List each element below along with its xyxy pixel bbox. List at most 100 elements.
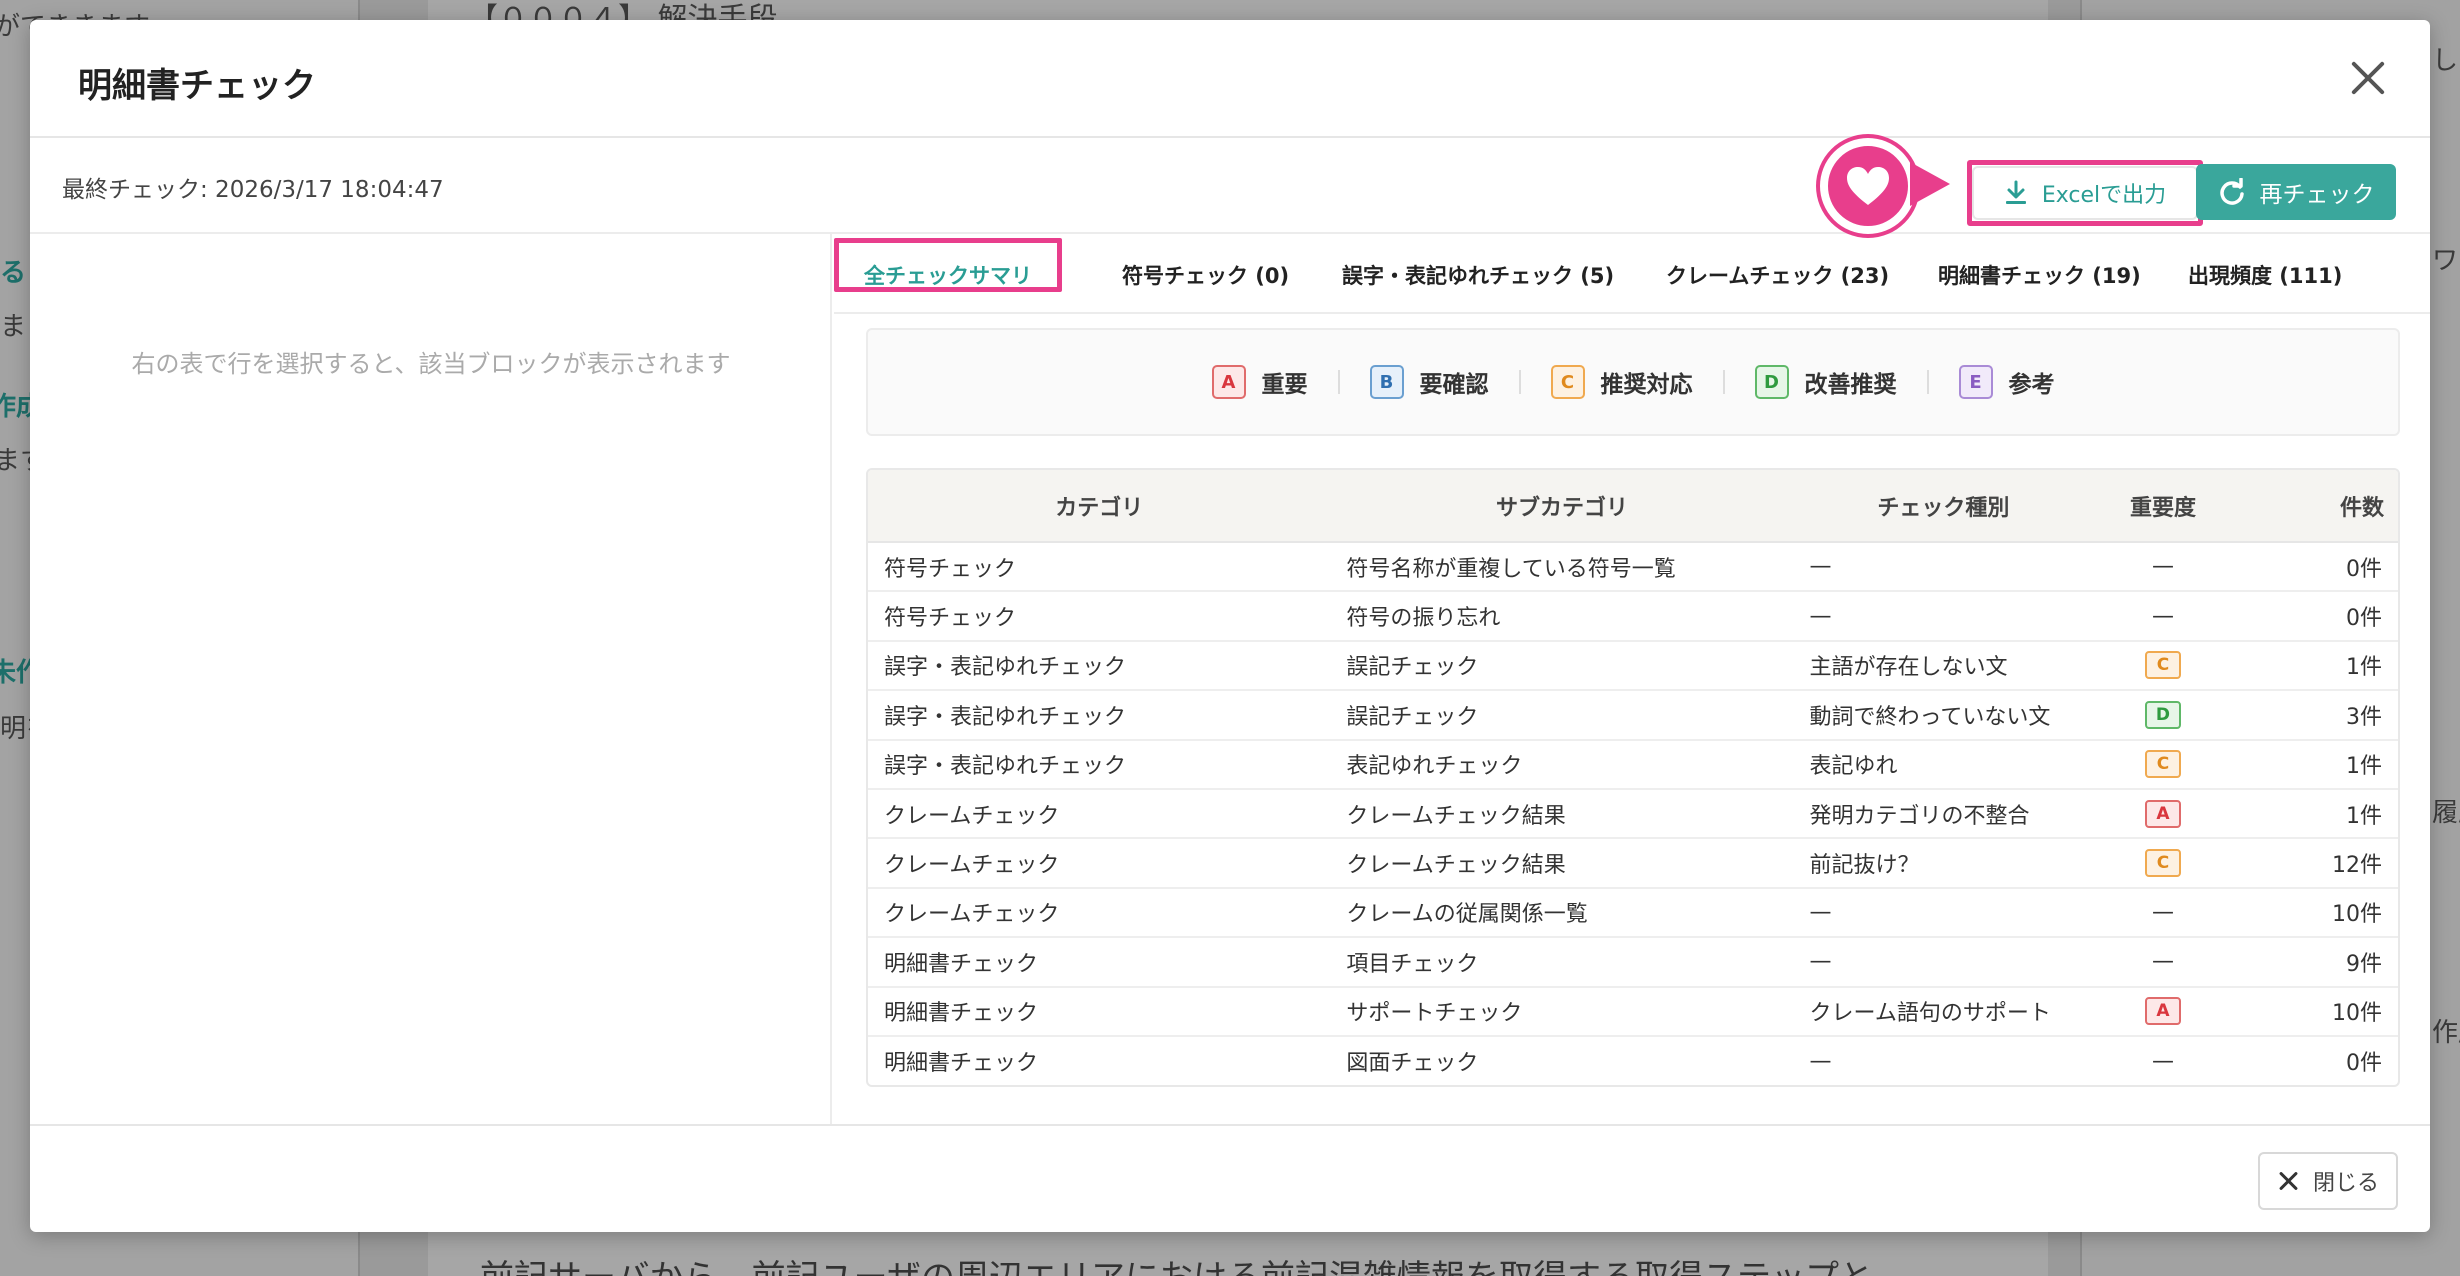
background-snippet: る	[0, 258, 27, 288]
cell-category: 誤字・表記ゆれチェック	[868, 690, 1331, 741]
column-header-category: カテゴリ	[868, 470, 1331, 543]
cell-check-type: クレーム語句のサポート	[1793, 986, 2094, 1037]
cell-category: クレームチェック	[868, 838, 1331, 889]
legend-divider	[1926, 370, 1929, 394]
importance-badge: B	[1369, 365, 1404, 399]
cell-category: 明細書チェック	[868, 937, 1331, 988]
block-preview-panel: 右の表で行を選択すると、該当ブロックが表示されます	[30, 234, 832, 1124]
cell-check-type: —	[1793, 542, 2094, 593]
legend-item: E 参考	[1958, 365, 2055, 399]
tab-typo-check[interactable]: 誤字・表記ゆれチェック (5)	[1342, 260, 1614, 290]
table-row[interactable]: クレームチェック クレームチェック結果 発明カテゴリの不整合 A 1件	[868, 788, 2398, 840]
importance-badge: D	[2144, 700, 2181, 729]
cell-importance: C	[2093, 640, 2233, 692]
cell-subcategory: クレームの従属関係一覧	[1330, 887, 1794, 939]
cell-subcategory: クレームチェック結果	[1330, 788, 1794, 840]
tab-claim-check[interactable]: クレームチェック (23)	[1666, 260, 1889, 290]
background-snippet: 履歴	[2432, 798, 2460, 828]
legend-divider	[1337, 370, 1340, 394]
cell-importance: D	[2093, 690, 2233, 741]
cell-category: クレームチェック	[868, 887, 1331, 939]
background-snippet: しま	[2432, 46, 2460, 76]
cell-category: 誤字・表記ゆれチェック	[868, 739, 1331, 790]
table-row[interactable]: クレームチェック クレームの従属関係一覧 — —10件	[868, 887, 2398, 939]
recheck-button[interactable]: 再チェック	[2196, 164, 2396, 220]
legend-label: 要確認	[1419, 372, 1489, 398]
cell-check-type: 発明カテゴリの不整合	[1793, 788, 2094, 840]
cell-importance: —	[2093, 542, 2233, 593]
table-row[interactable]: 符号チェック 符号名称が重複している符号一覧 — —0件	[868, 542, 2398, 593]
importance-badge: C	[2144, 750, 2181, 779]
table-row[interactable]: 明細書チェック 図面チェック — — 0件	[868, 1036, 2398, 1085]
cell-importance: C	[2093, 838, 2233, 889]
excel-export-button[interactable]: Excelで出力	[1972, 166, 2198, 220]
close-icon[interactable]	[2346, 56, 2390, 100]
cell-count: 10件	[2232, 887, 2398, 939]
heart-marker-pointer	[1910, 162, 1950, 206]
importance-badge: D	[1754, 365, 1789, 399]
cell-subcategory: 表記ゆれチェック	[1330, 739, 1794, 790]
legend-item: D 改善推奨	[1754, 365, 1897, 399]
tab-specification-check[interactable]: 明細書チェック (19)	[1938, 260, 2141, 290]
column-header-subcategory: サブカテゴリ	[1330, 470, 1794, 543]
importance-badge: A	[2144, 997, 2181, 1026]
table-row[interactable]: 符号チェック 符号の振り忘れ — —0件	[868, 591, 2398, 642]
modal-toolbar: 最終チェック: 2026/3/17 18:04:47 Excelで出力 再チェッ…	[30, 138, 2430, 234]
table-row[interactable]: 誤字・表記ゆれチェック 表記ゆれチェック 表記ゆれ C 1件	[868, 739, 2398, 790]
table-row[interactable]: 明細書チェック 項目チェック — —9件	[868, 937, 2398, 988]
cell-category: 符号チェック	[868, 591, 1331, 642]
cell-check-type: 表記ゆれ	[1793, 739, 2094, 790]
column-header-importance: 重要度	[2093, 470, 2233, 543]
cell-count: 1件	[2232, 640, 2398, 692]
importance-legend: A 重要 B 要確認 C 推奨対応 D 改善推奨 E 参考	[866, 328, 2400, 436]
importance-badge: C	[1550, 365, 1585, 399]
cell-subcategory: クレームチェック結果	[1330, 838, 1794, 889]
tab-all-summary[interactable]: 全チェックサマリ	[864, 260, 1032, 290]
close-button-label: 閉じる	[2312, 1171, 2379, 1196]
legend-item: C 推奨対応	[1550, 365, 1693, 399]
importance-badge: E	[1958, 365, 1993, 399]
cell-category: 明細書チェック	[868, 986, 1331, 1037]
cell-importance: —	[2151, 1048, 2174, 1074]
cell-subcategory: 誤記チェック	[1330, 690, 1794, 741]
heart-marker	[1820, 138, 1916, 234]
cell-count: 10件	[2232, 986, 2398, 1037]
cell-subcategory: サポートチェック	[1330, 986, 1794, 1037]
table-row[interactable]: 誤字・表記ゆれチェック 誤記チェック 主語が存在しない文 C 1件	[868, 640, 2398, 692]
cell-subcategory: 図面チェック	[1346, 1051, 1479, 1077]
cell-importance: —	[2093, 591, 2233, 642]
column-header-count: 件数	[2232, 470, 2398, 543]
background-doc-text: 前記サーバから、前記ユーザの周辺エリアにおける前記混雑情報を取得する取得ステップ…	[480, 1250, 1873, 1276]
cell-count: 9件	[2232, 937, 2398, 988]
importance-badge: A	[1211, 365, 1246, 399]
cell-category: クレームチェック	[868, 788, 1331, 840]
cell-check-type: —	[1793, 887, 2094, 939]
cell-check-type: —	[1793, 591, 2094, 642]
legend-item: B 要確認	[1369, 365, 1489, 399]
cell-category: 符号チェック	[868, 542, 1331, 593]
tab-reference-check[interactable]: 符号チェック (0)	[1122, 260, 1289, 290]
cell-check-type: 主語が存在しない文	[1793, 640, 2094, 692]
legend-item: A 重要	[1211, 365, 1308, 399]
check-tabs: 全チェックサマリ 符号チェック (0) 誤字・表記ゆれチェック (5) クレーム…	[834, 234, 2430, 314]
cell-count: 0件	[2346, 1051, 2382, 1077]
close-icon	[2277, 1170, 2299, 1192]
cell-count: 1件	[2232, 739, 2398, 790]
cell-subcategory: 符号の振り忘れ	[1330, 591, 1794, 642]
cell-importance: —	[2093, 887, 2233, 939]
background-snippet: 作履	[2432, 1018, 2460, 1048]
legend-label: 推奨対応	[1600, 372, 1693, 398]
cell-check-type: —	[1793, 937, 2094, 988]
modal-header: 明細書チェック	[30, 20, 2430, 138]
cell-importance: A	[2093, 986, 2233, 1037]
table-row[interactable]: 誤字・表記ゆれチェック 誤記チェック 動詞で終わっていない文 D 3件	[868, 690, 2398, 741]
table-row[interactable]: クレームチェック クレームチェック結果 前記抜け？ C 12件	[868, 838, 2398, 889]
close-button[interactable]: 閉じる	[2258, 1152, 2398, 1210]
cell-subcategory: 符号名称が重複している符号一覧	[1330, 542, 1794, 593]
table-row[interactable]: 明細書チェック サポートチェック クレーム語句のサポート A 10件	[868, 986, 2398, 1037]
legend-divider	[1518, 370, 1521, 394]
last-check-timestamp: 最終チェック: 2026/3/17 18:04:47	[62, 177, 444, 203]
summary-table: カテゴリ サブカテゴリ チェック種別 重要度 件数 符号チェック 符号名称が重複し…	[866, 468, 2400, 1088]
tab-frequency[interactable]: 出現頻度 (111)	[2188, 260, 2342, 290]
cell-count: 0件	[2232, 591, 2398, 642]
